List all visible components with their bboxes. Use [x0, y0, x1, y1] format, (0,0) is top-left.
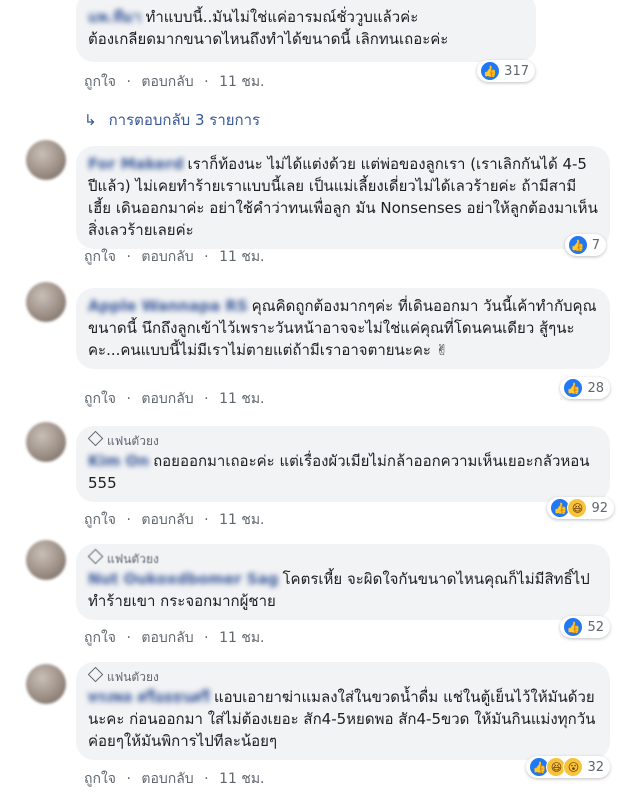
- comment-bubble: แพ.ทีมา ทำแบบนี้..มันไม่ใช่แค่อารมณ์ชั่วว…: [76, 0, 536, 62]
- reaction-count: 32: [587, 759, 604, 775]
- comment-timestamp[interactable]: 11 ชม.: [219, 391, 264, 407]
- view-replies-link[interactable]: ↳ การตอบกลับ 3 รายการ: [84, 108, 260, 132]
- avatar[interactable]: [26, 664, 66, 704]
- separator: ·: [126, 74, 131, 90]
- separator: ·: [126, 249, 131, 265]
- like-reaction-icon: 👍: [480, 61, 501, 81]
- like-reaction-icon: 👍: [567, 235, 588, 255]
- separator: ·: [126, 512, 131, 528]
- comment-timestamp[interactable]: 11 ชม.: [219, 630, 264, 646]
- reply-button[interactable]: ตอบกลับ: [141, 771, 193, 787]
- comment-timestamp[interactable]: 11 ชม.: [219, 771, 264, 787]
- comment-actions: ถูกใจ · ตอบกลับ · 11 ชม.: [84, 768, 271, 790]
- like-button[interactable]: ถูกใจ: [84, 771, 116, 787]
- like-button[interactable]: ถูกใจ: [84, 630, 116, 646]
- top-fan-badge: แฟนตัวยง: [87, 430, 598, 449]
- comment-timestamp[interactable]: 11 ชม.: [219, 74, 264, 90]
- comment-actions: ถูกใจ · ตอบกลับ · 11 ชม.: [84, 388, 271, 410]
- like-button[interactable]: ถูกใจ: [84, 512, 116, 528]
- separator: ·: [204, 391, 209, 407]
- top-fan-badge: แฟนตัวยง: [87, 548, 598, 567]
- reaction-summary[interactable]: 👍 28: [560, 377, 610, 399]
- reaction-count: 7: [591, 237, 600, 253]
- diamond-icon: [87, 666, 104, 683]
- commenter-name[interactable]: Apple Wannapa RS: [88, 295, 248, 317]
- reply-button[interactable]: ตอบกลับ: [141, 74, 193, 90]
- separator: ·: [204, 771, 209, 787]
- like-button[interactable]: ถูกใจ: [84, 391, 116, 407]
- separator: ·: [126, 391, 131, 407]
- wow-reaction-icon: 😮: [563, 757, 584, 777]
- reaction-count: 52: [587, 619, 604, 635]
- reply-arrow-icon: ↳: [84, 111, 97, 129]
- avatar[interactable]: [26, 422, 66, 462]
- separator: ·: [204, 249, 209, 265]
- reaction-count: 92: [591, 500, 608, 516]
- separator: ·: [126, 630, 131, 646]
- top-fan-label: แฟนตัวยง: [107, 552, 159, 566]
- top-fan-badge: แฟนตัวยง: [87, 666, 598, 685]
- replies-label: การตอบกลับ 3 รายการ: [108, 111, 261, 129]
- separator: ·: [204, 630, 209, 646]
- separator: ·: [126, 771, 131, 787]
- commenter-name[interactable]: For Makerd: [88, 153, 184, 175]
- avatar[interactable]: [26, 140, 66, 180]
- reply-button[interactable]: ตอบกลับ: [141, 512, 193, 528]
- top-fan-label: แฟนตัวยง: [107, 670, 159, 684]
- reply-button[interactable]: ตอบกลับ: [141, 391, 193, 407]
- reaction-count: 317: [504, 63, 529, 79]
- like-button[interactable]: ถูกใจ: [84, 74, 116, 90]
- comment-bubble: แฟนตัวยง Nut Oukoxdbomer Sag โคตรเหี้ย จะ…: [76, 544, 610, 620]
- comment-text: ทำแบบนี้..มันไม่ใช่แค่อารมณ์ชั่ววูบแล้วค…: [88, 8, 449, 48]
- like-reaction-icon: 👍: [563, 617, 584, 637]
- reaction-summary[interactable]: 👍 😆 92: [547, 497, 614, 519]
- comment-timestamp[interactable]: 11 ชม.: [219, 512, 264, 528]
- comment-actions: ถูกใจ · ตอบกลับ · 11 ชม.: [84, 509, 271, 531]
- separator: ·: [204, 74, 209, 90]
- comment-bubble: แฟนตัวยง ทรงพล ศรีอยธนศรี แอบเอายาฆ่าแมลง…: [76, 662, 610, 760]
- reply-button[interactable]: ตอบกลับ: [141, 249, 193, 265]
- reply-button[interactable]: ตอบกลับ: [141, 630, 193, 646]
- comment-bubble: For Makerd เราก็ท้องนะ ไม่ได้แต่งด้วย แต่…: [76, 146, 610, 249]
- commenter-name[interactable]: Kim On: [88, 450, 149, 472]
- separator: ·: [204, 512, 209, 528]
- avatar[interactable]: [26, 540, 66, 580]
- comment-text: ถอยออกมาเถอะค่ะ แต่เรื่องผัวเมียไม่กล้าอ…: [88, 452, 590, 492]
- comment-actions: ถูกใจ · ตอบกลับ · 11 ชม.: [84, 246, 271, 268]
- comment-bubble: แฟนตัวยง Kim On ถอยออกมาเถอะค่ะ แต่เรื่อง…: [76, 426, 610, 502]
- comment-actions: ถูกใจ · ตอบกลับ · 11 ชม.: [84, 71, 271, 93]
- reaction-summary[interactable]: 👍 7: [564, 234, 606, 256]
- diamond-icon: [87, 548, 104, 565]
- reaction-summary[interactable]: 👍 😆 😮 32: [526, 756, 610, 778]
- comment-actions: ถูกใจ · ตอบกลับ · 11 ชม.: [84, 627, 271, 649]
- reaction-summary[interactable]: 👍 52: [560, 616, 610, 638]
- avatar[interactable]: [26, 282, 66, 322]
- like-reaction-icon: 👍: [563, 378, 584, 398]
- like-button[interactable]: ถูกใจ: [84, 249, 116, 265]
- haha-reaction-icon: 😆: [567, 498, 588, 518]
- top-fan-label: แฟนตัวยง: [107, 434, 159, 448]
- diamond-icon: [87, 430, 104, 447]
- commenter-name[interactable]: แพ.ทีมา: [88, 6, 141, 28]
- comment-bubble: Apple Wannapa RS คุณคิดถูกต้องมากๆค่ะ ที่…: [76, 288, 610, 369]
- commenter-name[interactable]: Nut Oukoxdbomer Sag: [88, 568, 278, 590]
- commenter-name[interactable]: ทรงพล ศรีอยธนศรี: [88, 686, 210, 708]
- reaction-summary[interactable]: 👍 317: [477, 60, 535, 82]
- comment-timestamp[interactable]: 11 ชม.: [219, 249, 264, 265]
- reaction-count: 28: [587, 380, 604, 396]
